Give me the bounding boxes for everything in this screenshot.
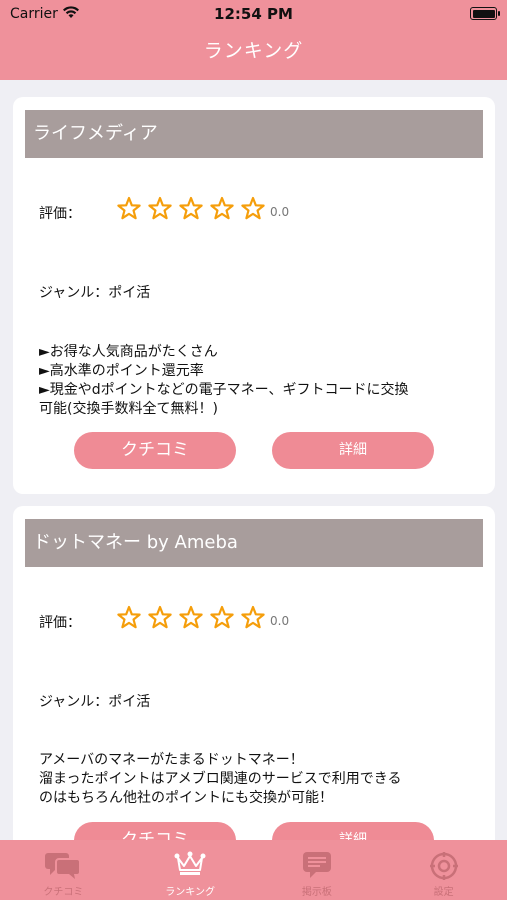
genre-label: ジャンル：ポイ活: [39, 694, 151, 710]
ranking-card: ライフメディア 評価： 0.0 ジャンル：ポイ活 ►お得な人気商品がたくさん ►…: [13, 97, 495, 494]
description-line: ►現金やdポイントなどの電子マネー、ギフトコードに交換: [39, 382, 409, 398]
chat-bubbles-icon: [44, 851, 82, 883]
navigation-header: Carrier 12:54 PM ランキング: [0, 0, 507, 80]
genre-label: ジャンル：ポイ活: [39, 285, 151, 301]
card-description: ►お得な人気商品がたくさん ►高水準のポイント還元率 ►現金やdポイントなどの電…: [39, 343, 479, 419]
rating-score: 0.0: [270, 205, 290, 219]
page-title: ランキング: [203, 40, 304, 62]
star-icon: [117, 605, 141, 629]
tab-label: 設定: [433, 887, 454, 898]
star-icon: [241, 605, 265, 629]
ranking-card: ドットマネー by Ameba 評価： 0.0 ジャンル：ポイ活 アメーバのマネ…: [13, 506, 495, 840]
status-bar: Carrier 12:54 PM: [0, 0, 507, 30]
star-icon: [241, 196, 265, 220]
gear-icon: [429, 851, 459, 885]
card-title: ドットマネー by Ameba: [25, 519, 483, 567]
description-line: のはもちろん他社のポイントにも交換が可能！: [39, 790, 333, 806]
tab-label: ランキング: [165, 887, 215, 898]
description-line: アメーバのマネーがたまるドットマネー！: [39, 752, 304, 768]
star-icon: [179, 605, 203, 629]
star-icon: [148, 605, 172, 629]
ranking-list[interactable]: ライフメディア 評価： 0.0 ジャンル：ポイ活 ►お得な人気商品がたくさん ►…: [0, 80, 507, 840]
tab-label: 掲示板: [301, 887, 332, 898]
message-board-icon: [302, 851, 332, 883]
rating-score: 0.0: [270, 614, 290, 628]
description-line: ►高水準のポイント還元率: [39, 363, 204, 379]
description-line: ►お得な人気商品がたくさん: [39, 344, 218, 360]
star-icon: [210, 196, 234, 220]
tab-settings[interactable]: 設定: [380, 840, 507, 900]
description-line: 溜まったポイントはアメブロ関連のサービスで利用できる: [39, 771, 402, 787]
detail-button[interactable]: 詳細: [272, 432, 434, 469]
card-title: ライフメディア: [25, 110, 483, 158]
tab-bar: クチコミ ランキング 掲示板 設定: [0, 840, 507, 900]
kuchikomi-button[interactable]: クチコミ: [74, 432, 236, 469]
tab-ranking[interactable]: ランキング: [127, 840, 254, 900]
star-icon: [179, 196, 203, 220]
tab-kuchikomi[interactable]: クチコミ: [0, 840, 127, 900]
tab-label: クチコミ: [43, 887, 84, 898]
star-rating: [116, 196, 266, 222]
crown-icon: [174, 851, 206, 881]
star-icon: [117, 196, 141, 220]
battery-icon: [470, 7, 500, 20]
tab-board[interactable]: 掲示板: [254, 840, 381, 900]
star-icon: [210, 605, 234, 629]
description-line: 可能(交換手数料全て無料！): [39, 401, 218, 417]
kuchikomi-button[interactable]: クチコミ: [74, 822, 236, 840]
card-description: アメーバのマネーがたまるドットマネー！ 溜まったポイントはアメブロ関連のサービス…: [39, 751, 479, 808]
detail-button[interactable]: 詳細: [272, 822, 434, 840]
star-rating: [116, 605, 266, 631]
rating-label: 評価：: [39, 615, 81, 631]
status-time: 12:54 PM: [214, 5, 293, 23]
rating-label: 評価：: [39, 206, 81, 222]
star-icon: [148, 196, 172, 220]
